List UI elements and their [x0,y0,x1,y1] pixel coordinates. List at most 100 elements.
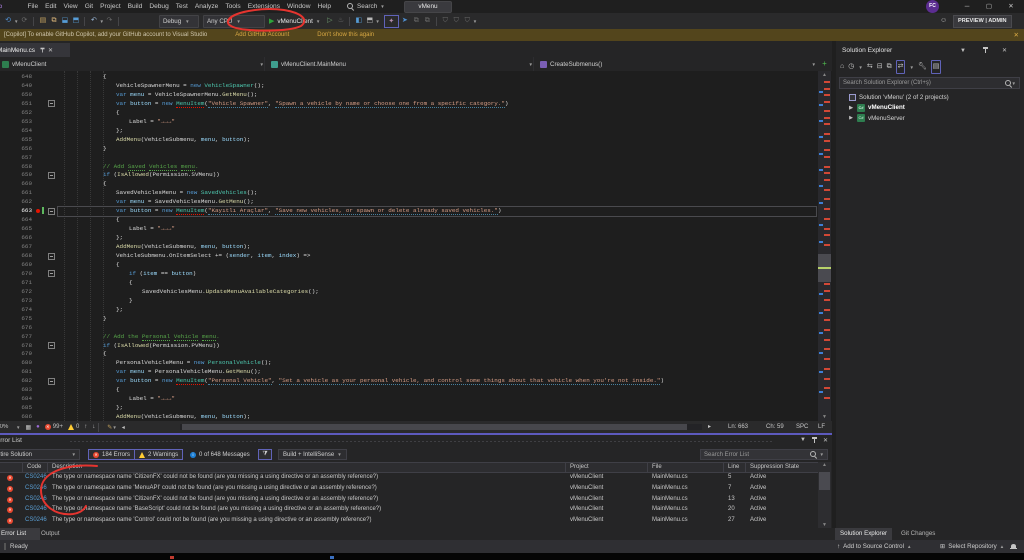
menu-analyze[interactable]: Analyze [191,3,221,10]
line-ending-indicator[interactable]: LF [818,421,825,433]
error-list-scrollbar[interactable]: ▲ ▼ [818,462,831,528]
menu-test[interactable]: Test [172,3,191,10]
collapse-all-icon[interactable]: ⊟ [877,61,883,73]
notifications-bell-icon[interactable] [1010,540,1017,553]
select-repository-button[interactable]: ⊞ Select Repository ▲ [940,540,1004,553]
fold-collapse-icon[interactable] [48,100,55,107]
bookmark-prev-icon[interactable]: ⛉ [451,13,462,29]
build-intellisense-dropdown[interactable]: Build + IntelliSense▼ [278,449,347,460]
new-project-icon[interactable]: ▤ [37,13,48,29]
breadcrumb-method[interactable]: CreateSubmenus() ▼ [534,57,816,71]
expand-arrow-icon[interactable]: ▶ [848,115,854,121]
breadcrumb-project[interactable]: vMenuClient ▼ [0,57,265,71]
navigate-backward-icon[interactable]: ⟲ [2,13,14,29]
editor-vertical-scrollbar[interactable]: ▲ ▼ [818,71,831,421]
menu-extensions[interactable]: Extensions [244,3,283,10]
title-search[interactable]: Search ▼ [347,2,385,12]
add-to-source-control-button[interactable]: ↑ Add to Source Control ▲ [837,540,911,553]
add-github-account-link[interactable]: Add GitHub Account [235,32,289,38]
home-icon[interactable]: ⌂ [840,61,844,73]
comment-icon[interactable]: ◧ [353,13,364,29]
start-debugging-button[interactable]: ▶ vMenuClient ▼ [265,15,324,27]
zoom-level-dropdown[interactable]: 100% [0,424,16,430]
select-pointer-icon[interactable]: ➤ [399,13,411,29]
code-editor[interactable]: 648{649VehicleSpawnerMenu = new VehicleS… [0,71,832,421]
fold-collapse-icon[interactable] [48,172,55,179]
fold-collapse-icon[interactable] [48,208,55,215]
copy-icon[interactable]: ⧉ [411,13,422,29]
error-row-5[interactable]: CS0246The type or namespace name 'Contro… [0,516,818,527]
health-indicator-icon[interactable]: ▦ [25,424,31,431]
tab-mainmenu-cs[interactable]: MainMenu.cs ✕ [0,43,70,57]
platform-dropdown[interactable]: Any CPU▼ [203,15,265,28]
column-header-file[interactable]: File [652,463,662,472]
menu-file[interactable]: File [24,3,42,10]
pin-icon[interactable] [40,47,46,53]
column-header-description[interactable]: Description [52,463,82,472]
tab-error-list[interactable]: Error List [0,528,40,540]
error-list-search-input[interactable]: Search Error List ▼ [700,449,828,460]
breadcrumb-class[interactable]: vMenuClient.MainMenu ▼ [265,57,534,71]
menu-tools[interactable]: Tools [222,3,244,10]
tree-item-vmenuclient[interactable]: ▶C#vMenuClient [836,103,1024,114]
close-icon[interactable]: ✕ [48,47,53,54]
tab-git-changes[interactable]: Git Changes [896,528,940,540]
scroll-down-icon[interactable]: ▼ [818,414,831,420]
error-list-column-headers[interactable]: CodeDescriptionProjectFileLineSuppressio… [0,462,818,473]
close-icon[interactable]: ✕ [1002,47,1007,54]
expand-icon[interactable]: ▸ [708,421,711,433]
bookmark-icon[interactable]: ⛉ [440,13,451,29]
solution-explorer-search-input[interactable]: Search Solution Explorer (Ctrl+ş) ▼ [839,77,1020,89]
warning-count-badge[interactable]: 0 [68,424,79,430]
fold-collapse-icon[interactable] [48,378,55,385]
user-avatar[interactable]: FC [926,0,939,13]
next-issue-icon[interactable]: ↓ [92,424,95,430]
maximize-button[interactable]: ▢ [980,0,998,13]
redo-icon[interactable]: ↷ [104,13,115,29]
filter-icon[interactable]: ⧩ [258,449,272,460]
hot-reload-icon[interactable]: ♨ [335,13,346,29]
spaces-indicator[interactable]: SPC [796,421,808,433]
error-row-2[interactable]: CS0246The type or namespace name 'MenuAP… [0,484,818,495]
preview-window-icon[interactable]: ⬒ [364,13,375,29]
menu-window[interactable]: Window [284,3,314,10]
scroll-up-icon[interactable]: ▲ [818,72,831,78]
preview-admin-badge[interactable]: PREVIEW | ADMIN [953,15,1012,28]
tree-item-vmenuserver[interactable]: ▶C#vMenuServer [836,113,1024,124]
save-all-icon[interactable]: ⬒ [70,13,81,29]
menu-debug[interactable]: Debug [146,3,172,10]
toolbar-overflow[interactable]: ▼ [473,19,477,24]
attach-process-icon[interactable]: ▷ [324,13,335,29]
menu-edit[interactable]: Edit [42,3,60,10]
switch-views-icon[interactable]: ⇆ [867,61,873,73]
save-icon[interactable]: ⬓ [59,13,70,29]
tree-item-solution-vmenu-2-of-2-projects[interactable]: Solution 'vMenu' (2 of 2 projects) [836,92,1024,103]
menu-view[interactable]: View [60,3,81,10]
scroll-up-icon[interactable]: ▲ [818,462,831,468]
open-file-icon[interactable]: ⧉ [48,13,59,29]
tab-output[interactable]: Output [36,528,65,540]
errors-filter-button[interactable]: 184 Errors [88,449,135,460]
scrollbar-thumb[interactable] [182,424,687,430]
close-icon[interactable]: ✕ [823,437,828,444]
fold-collapse-icon[interactable] [48,270,55,277]
pending-changes-icon[interactable]: ◷ [848,61,854,73]
send-feedback-icon[interactable]: ☺ [940,13,947,29]
fold-collapse-icon[interactable] [48,342,55,349]
error-row-3[interactable]: CS0246The type or namespace name 'Citize… [0,495,818,506]
scrollbar-thumb[interactable] [819,472,830,490]
close-icon[interactable]: ✕ [1014,31,1019,39]
sync-with-active-document-icon[interactable]: ⇄ [896,60,906,74]
fold-collapse-icon[interactable] [48,253,55,260]
bookmark-next-icon[interactable]: ⛉ [462,13,473,29]
menu-project[interactable]: Project [97,3,125,10]
error-list-title-bar[interactable]: Error List ▼ ✕ [0,435,832,448]
split-editor-icon[interactable]: + [818,58,831,70]
menu-help[interactable]: Help [314,3,335,10]
column-header-line[interactable]: Line [728,463,739,472]
expand-arrow-icon[interactable]: ▶ [848,105,854,111]
close-button[interactable]: ✕ [1002,0,1020,13]
solution-name-box[interactable]: vMenu [404,1,452,13]
undo-icon[interactable]: ↶ [88,13,99,29]
scroll-left-icon[interactable]: ◂ [122,424,125,431]
